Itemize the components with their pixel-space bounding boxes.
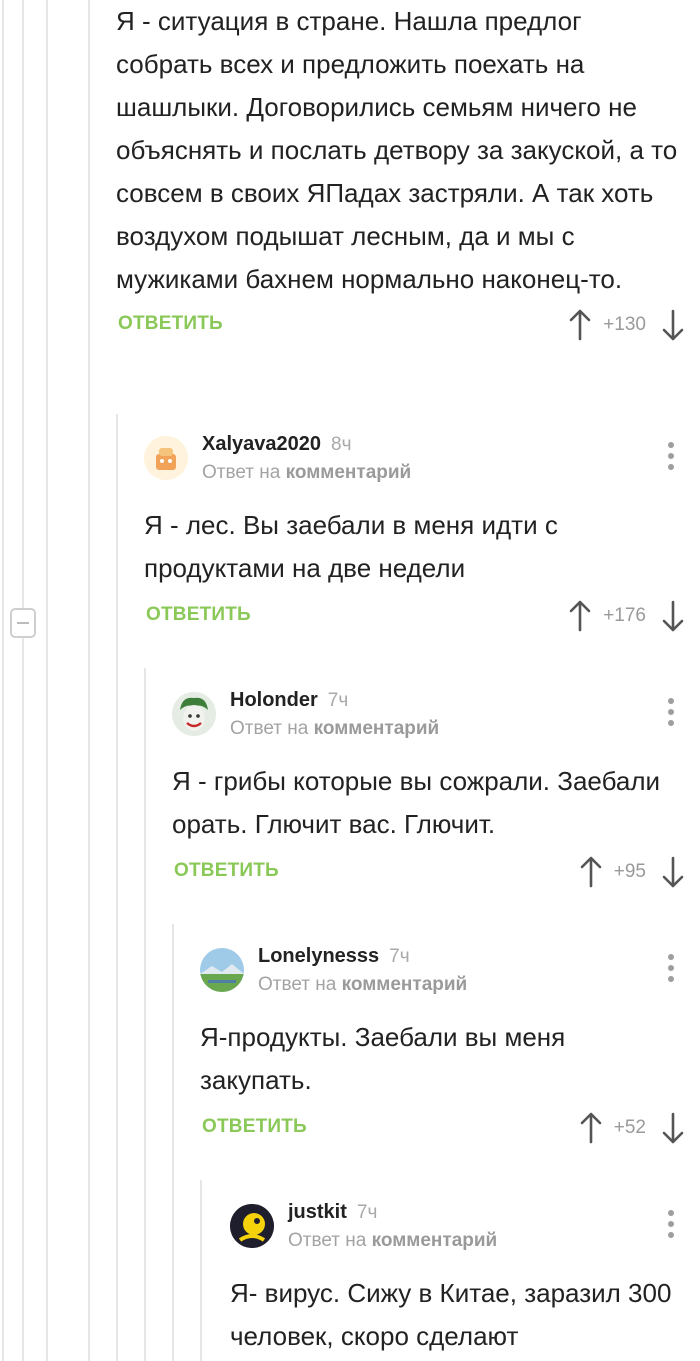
comment-time: 8ч (331, 434, 352, 455)
thread-line-level-3 (88, 0, 90, 1361)
reply-button[interactable]: ОТВЕТИТЬ (174, 860, 279, 882)
upvote-arrow-icon[interactable] (578, 1111, 604, 1145)
reply-prefix: Ответ на (258, 974, 337, 995)
thread-line-level-7 (200, 1180, 202, 1361)
comment-header: justkit 7ч Ответ на комментарий (230, 1198, 700, 1262)
reply-button[interactable]: ОТВЕТИТЬ (118, 313, 223, 335)
author-link[interactable]: Lonelynesss 7ч (258, 945, 410, 968)
more-vertical-icon[interactable] (666, 1210, 676, 1240)
thread-line-level-2 (46, 0, 48, 1361)
rating-value: +95 (613, 861, 646, 882)
downvote-arrow-icon[interactable] (660, 1111, 686, 1145)
comment: Lonelynesss 7ч Ответ на комментарий Я-про… (200, 942, 700, 1148)
reply-button[interactable]: ОТВЕТИТЬ (146, 604, 251, 626)
downvote-arrow-icon[interactable] (660, 855, 686, 889)
upvote-arrow-icon[interactable] (567, 599, 593, 633)
avatar[interactable] (200, 948, 244, 992)
comment: Xalyava2020 8ч Ответ на комментарий Я - л… (144, 430, 700, 636)
rating-value: +130 (603, 314, 646, 335)
author-name[interactable]: justkit (288, 1201, 347, 1223)
downvote-arrow-icon[interactable] (660, 308, 686, 342)
collapse-minus-icon[interactable] (10, 608, 36, 638)
upvote-arrow-icon[interactable] (567, 308, 593, 342)
comment-header: Lonelynesss 7ч Ответ на комментарий (200, 942, 700, 1006)
parent-comment-link[interactable]: комментарий (286, 462, 412, 483)
more-vertical-icon[interactable] (666, 954, 676, 984)
thread-line-level-5 (144, 668, 146, 1361)
parent-comment-link[interactable]: комментарий (372, 1230, 498, 1251)
comment: Я - ситуация в стране. Нашла предлог соб… (116, 0, 700, 345)
rating-value: +52 (613, 1117, 646, 1138)
avatar[interactable] (144, 436, 188, 480)
author-name[interactable]: Holonder (230, 689, 318, 711)
comment-text: Я - ситуация в стране. Нашла предлог соб… (116, 6, 678, 294)
comment-time: 7ч (356, 1202, 378, 1223)
thread-line-level-0 (2, 0, 4, 1361)
vote-controls: +130 (567, 305, 686, 345)
avatar[interactable] (230, 1204, 274, 1248)
thread-line-level-6 (172, 924, 174, 1361)
reply-to-info: Ответ на комментарий (230, 718, 439, 740)
reply-button[interactable]: ОТВЕТИТЬ (202, 1116, 307, 1138)
author-link[interactable]: justkit 7ч (288, 1201, 377, 1224)
thread-line-level-1 (22, 0, 24, 1361)
comment: justkit 7ч Ответ на комментарий Я- вирус.… (230, 1198, 700, 1358)
downvote-arrow-icon[interactable] (660, 599, 686, 633)
comment-actions: ОТВЕТИТЬ +95 (172, 852, 700, 892)
comment-time: 7ч (389, 946, 410, 967)
comment-text: Я-продукты. Заебали вы меня закупать. (200, 1022, 566, 1095)
comment-actions: ОТВЕТИТЬ +52 (200, 1108, 700, 1148)
comment-text: Я - грибы которые вы сожрали. Заебали ор… (172, 766, 661, 839)
parent-comment-link[interactable]: комментарий (314, 718, 440, 739)
reply-to-info: Ответ на комментарий (202, 462, 411, 484)
reply-prefix: Ответ на (230, 718, 309, 739)
vote-controls: +52 (578, 1108, 686, 1148)
comment-actions: ОТВЕТИТЬ +130 (116, 305, 700, 345)
author-name[interactable]: Xalyava2020 (202, 433, 321, 455)
upvote-arrow-icon[interactable] (578, 855, 604, 889)
comment-actions: ОТВЕТИТЬ +176 (144, 596, 700, 636)
comment-text: Я- вирус. Сижу в Китае, заразил 300 чело… (230, 1278, 672, 1351)
reply-prefix: Ответ на (202, 462, 281, 483)
reply-to-info: Ответ на комментарий (288, 1230, 497, 1252)
avatar[interactable] (172, 692, 216, 736)
vote-controls: +95 (578, 852, 686, 892)
comment-text: Я - лес. Вы заебали в меня идти с продук… (144, 510, 558, 583)
comment-header: Holonder 7ч Ответ на комментарий (172, 686, 700, 750)
author-link[interactable]: Xalyava2020 8ч (202, 433, 351, 456)
rating-value: +176 (603, 605, 646, 626)
more-vertical-icon[interactable] (666, 698, 676, 728)
comment-time: 7ч (327, 690, 349, 711)
reply-prefix: Ответ на (288, 1230, 367, 1251)
parent-comment-link[interactable]: комментарий (342, 974, 468, 995)
vote-controls: +176 (567, 596, 686, 636)
comment-header: Xalyava2020 8ч Ответ на комментарий (144, 430, 700, 494)
author-link[interactable]: Holonder 7ч (230, 689, 348, 712)
reply-to-info: Ответ на комментарий (258, 974, 467, 996)
comment: Holonder 7ч Ответ на комментарий Я - гриб… (172, 686, 700, 892)
author-name[interactable]: Lonelynesss (258, 945, 379, 967)
thread-line-level-4 (116, 414, 118, 1361)
more-vertical-icon[interactable] (666, 442, 676, 472)
